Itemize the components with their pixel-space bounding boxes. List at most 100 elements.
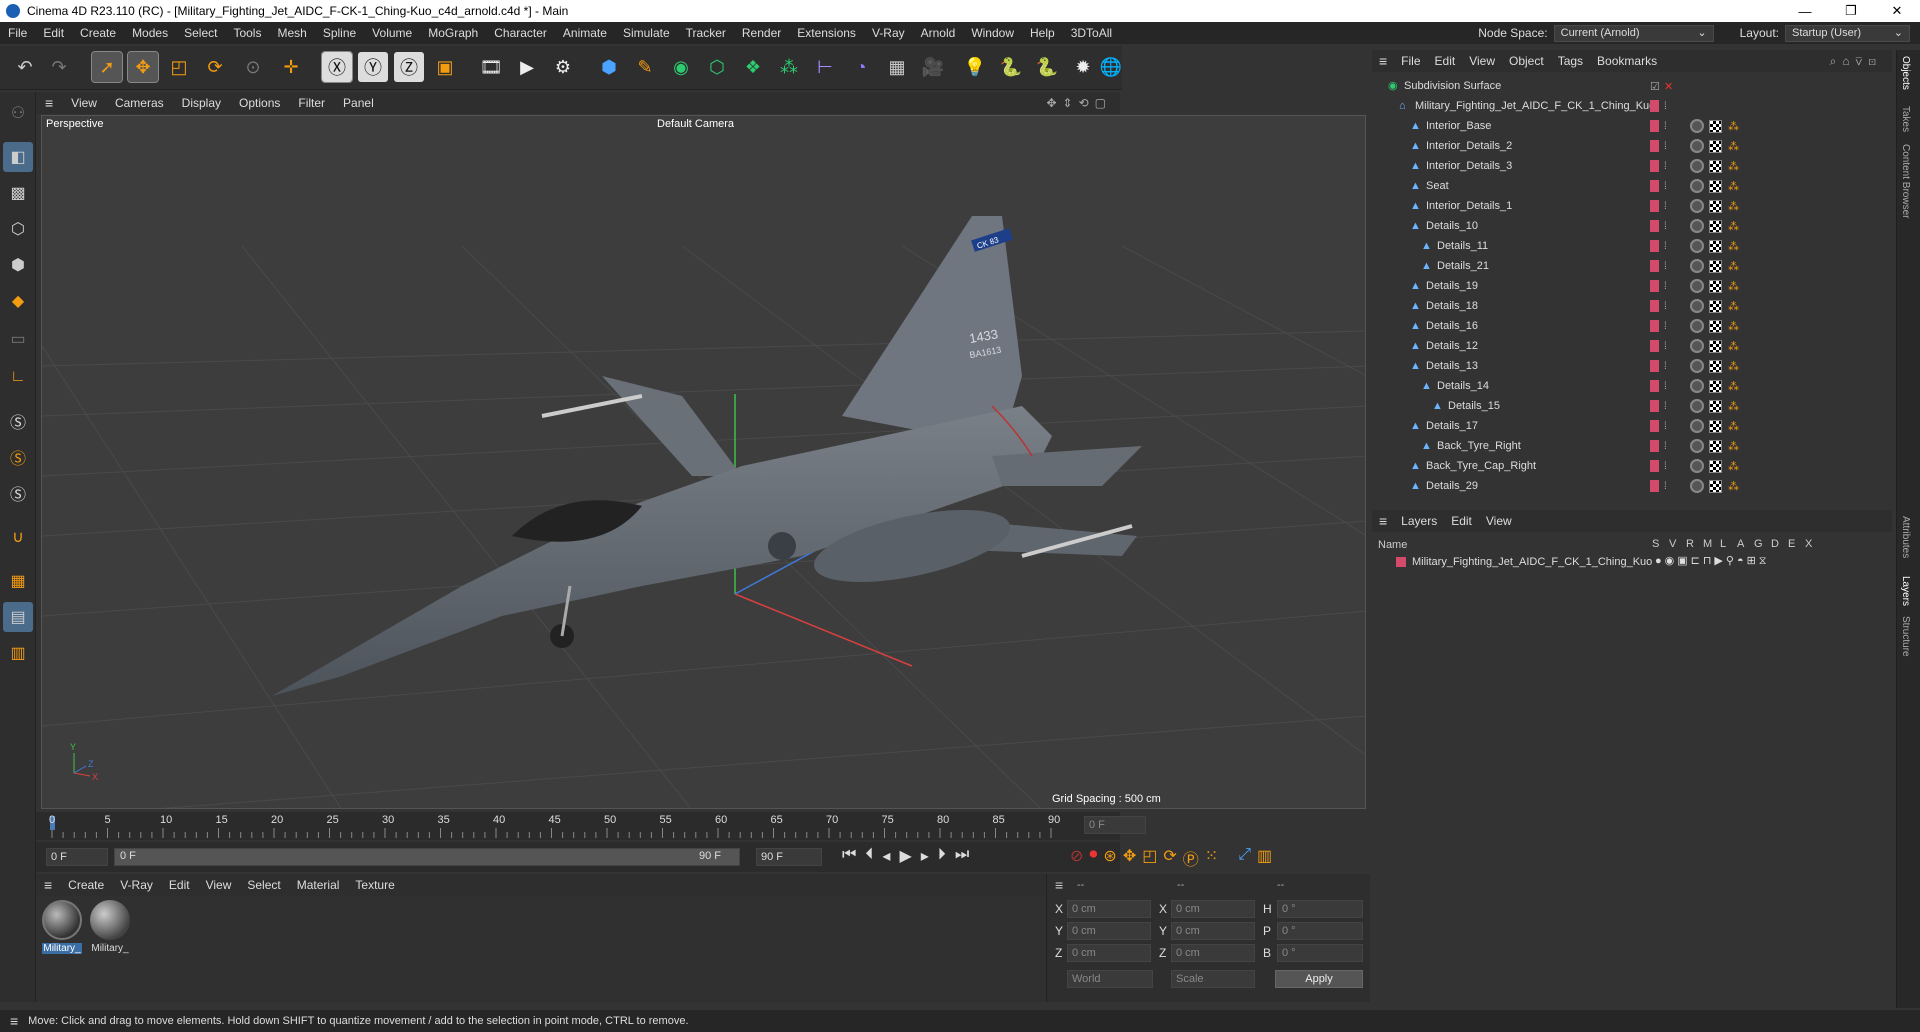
viewport[interactable]: CK 83 1433 BA1613 Y X Z Perspective Defa… — [41, 115, 1366, 809]
timeline-icon[interactable]: ▥ — [1257, 846, 1272, 870]
om-menu-tags[interactable]: Tags — [1551, 54, 1590, 68]
texture-tag-icon[interactable] — [1709, 439, 1722, 453]
scale-icon[interactable]: ◰ — [164, 52, 194, 82]
undo-icon[interactable]: ↶ — [10, 52, 40, 82]
live-select-icon[interactable]: ⊙ — [238, 52, 268, 82]
fighter-jet-model[interactable]: CK 83 1433 BA1613 — [272, 216, 1142, 696]
mat-menu-create[interactable]: Create — [60, 878, 112, 892]
floor-icon[interactable]: ▦ — [882, 52, 912, 82]
pos-y-field[interactable]: 0 cm — [1067, 922, 1151, 940]
layer-color-swatch[interactable] — [1650, 140, 1659, 152]
object-row[interactable]: ▲ Seat ⁞ ⁂ — [1372, 176, 1882, 196]
menu-render[interactable]: Render — [734, 22, 789, 44]
visibility-dots-icon[interactable]: ⁞ — [1664, 421, 1667, 432]
material-tag-icon[interactable] — [1690, 459, 1704, 473]
material-tag-icon[interactable] — [1690, 439, 1704, 453]
cloner-icon[interactable]: ❖ — [738, 52, 768, 82]
object-name[interactable]: Details_12 — [1426, 340, 1478, 352]
visibility-dots-icon[interactable]: ⁞ — [1664, 201, 1667, 212]
play-icon[interactable]: ▶ — [899, 846, 911, 866]
object-row[interactable]: ▲ Details_10 ⁞ ⁂ — [1372, 216, 1882, 236]
phong-tag-icon[interactable]: ⁂ — [1728, 200, 1739, 213]
object-row[interactable]: ▲ Details_12 ⁞ ⁂ — [1372, 336, 1882, 356]
mat-menu-material[interactable]: Material — [289, 878, 348, 892]
object-name[interactable]: Details_18 — [1426, 300, 1478, 312]
search-icon[interactable]: ⌕⌂⊽⊡ — [1830, 54, 1892, 69]
object-row[interactable]: ▲ Details_19 ⁞ ⁂ — [1372, 276, 1882, 296]
object-row[interactable]: ▲ Details_21 ⁞ ⁂ — [1372, 256, 1882, 276]
menu-edit[interactable]: Edit — [35, 22, 72, 44]
texture-tag-icon[interactable] — [1709, 419, 1722, 433]
object-name[interactable]: Back_Tyre_Cap_Right — [1426, 460, 1536, 472]
material-tag-icon[interactable] — [1690, 179, 1704, 193]
menu-mesh[interactable]: Mesh — [269, 22, 314, 44]
hamburger-icon[interactable]: ≡ — [36, 95, 62, 111]
layer-color-swatch[interactable] — [1650, 100, 1659, 112]
layer-color-swatch[interactable] — [1650, 460, 1659, 472]
material-tag-icon[interactable] — [1690, 319, 1704, 333]
material-tag-icon[interactable] — [1690, 139, 1704, 153]
layer-color-swatch[interactable] — [1650, 280, 1659, 292]
snap-s3-icon[interactable]: Ⓢ — [3, 478, 33, 508]
x-axis-icon[interactable]: Ⓧ — [321, 51, 353, 83]
goto-end-icon[interactable]: ⏭ — [955, 846, 969, 866]
start-frame-field[interactable]: 0 F — [46, 848, 108, 866]
side-tab-attributes[interactable]: Attributes — [1900, 516, 1911, 558]
phong-tag-icon[interactable]: ⁂ — [1728, 160, 1739, 173]
object-row[interactable]: ▲ Interior_Details_3 ⁞ ⁂ — [1372, 156, 1882, 176]
side-tab-content-browser[interactable]: Content Browser — [1900, 144, 1911, 218]
timeline[interactable]: 0 5 10 15 20 25 30 35 40 45 50 55 60 65 70 75 80 85 90 0 F — [36, 812, 1146, 840]
extrude-icon[interactable]: ⬡ — [702, 52, 732, 82]
render-icon[interactable]: ▶ — [512, 52, 542, 82]
menu-tracker[interactable]: Tracker — [678, 22, 734, 44]
lock-icon[interactable]: ▤ — [3, 602, 33, 632]
object-mode-icon[interactable]: ◧ — [3, 142, 33, 172]
subdivision-icon[interactable]: ◉ — [666, 52, 696, 82]
material-swatch[interactable]: Military_ — [42, 900, 82, 962]
hamburger-icon[interactable]: ≡ — [0, 1013, 28, 1029]
phong-tag-icon[interactable]: ⁂ — [1728, 120, 1739, 133]
object-row[interactable]: ▲ Details_16 ⁞ ⁂ — [1372, 316, 1882, 336]
object-name[interactable]: Interior_Details_1 — [1426, 200, 1512, 212]
side-tab-takes[interactable]: Takes — [1900, 106, 1911, 132]
key-param-icon[interactable]: Ⓟ — [1183, 846, 1199, 870]
visibility-dots-icon[interactable]: ⁞ — [1664, 141, 1667, 152]
texture-tag-icon[interactable] — [1709, 379, 1722, 393]
menu-vray[interactable]: V-Ray — [864, 22, 913, 44]
viewport-menu-panel[interactable]: Panel — [334, 96, 383, 110]
phong-tag-icon[interactable]: ⁂ — [1728, 220, 1739, 233]
layer-row[interactable]: Military_Fighting_Jet_AIDC_F_CK_1_Ching_… — [1372, 554, 1892, 572]
menu-animate[interactable]: Animate — [555, 22, 615, 44]
visibility-dots-icon[interactable]: ⁞ — [1664, 341, 1667, 352]
edges-mode-icon[interactable]: ⬢ — [3, 250, 33, 280]
enable-check-icon[interactable]: ☑ — [1650, 80, 1660, 93]
visibility-dots-icon[interactable]: ⁞ — [1664, 261, 1667, 272]
texture-tag-icon[interactable] — [1709, 139, 1722, 153]
layer-color-swatch[interactable] — [1396, 557, 1406, 567]
viewport-menu-cameras[interactable]: Cameras — [106, 96, 173, 110]
pos-x-field[interactable]: 0 cm — [1067, 900, 1151, 918]
lock-icon[interactable]: ▥ — [3, 638, 33, 668]
om-menu-view[interactable]: View — [1462, 54, 1502, 68]
menu-3dtoall[interactable]: 3DToAll — [1063, 22, 1120, 44]
material-tag-icon[interactable] — [1690, 339, 1704, 353]
texture-tag-icon[interactable] — [1709, 479, 1722, 493]
texture-mode-icon[interactable]: ▩ — [3, 178, 33, 208]
visibility-dots-icon[interactable]: ⁞ — [1664, 281, 1667, 292]
python-icon[interactable]: 🐍 — [996, 52, 1026, 82]
mat-menu-view[interactable]: View — [198, 878, 240, 892]
material-tag-icon[interactable] — [1690, 399, 1704, 413]
hamburger-icon[interactable]: ≡ — [1055, 877, 1063, 893]
mat-menu-texture[interactable]: Texture — [347, 878, 402, 892]
render-settings-icon[interactable]: ⚙ — [548, 52, 578, 82]
menu-mograph[interactable]: MoGraph — [420, 22, 486, 44]
size-mode-dropdown[interactable]: Scale — [1171, 970, 1255, 988]
object-row[interactable]: ▲ Details_29 ⁞ ⁂ — [1372, 476, 1882, 496]
select-icon[interactable]: ➚ — [91, 51, 123, 83]
material-tag-icon[interactable] — [1690, 419, 1704, 433]
magnet-icon[interactable]: ∪ — [3, 522, 33, 552]
size-y-field[interactable]: 0 cm — [1171, 922, 1255, 940]
layer-color-swatch[interactable] — [1650, 220, 1659, 232]
minimize-button[interactable]: — — [1782, 4, 1828, 19]
object-row[interactable]: ▲ Details_17 ⁞ ⁂ — [1372, 416, 1882, 436]
